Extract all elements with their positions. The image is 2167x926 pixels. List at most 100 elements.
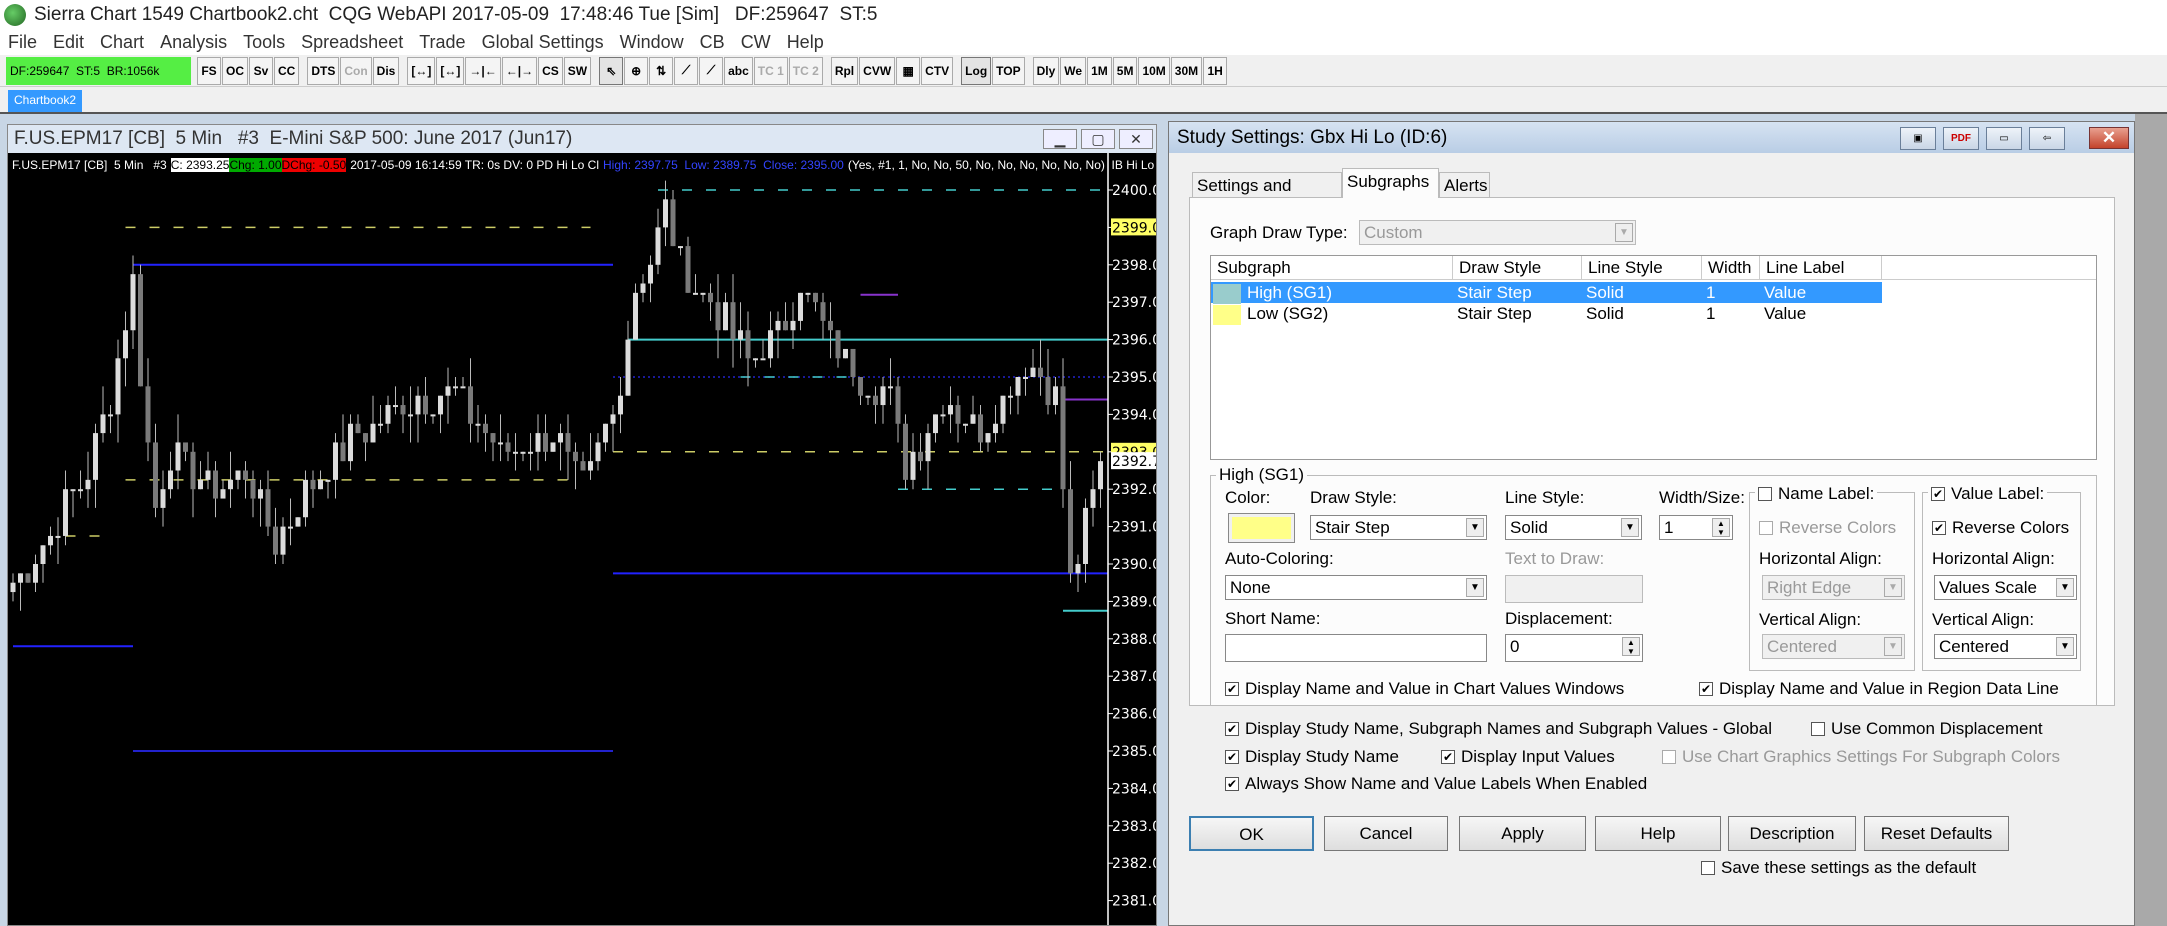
candle-body bbox=[385, 405, 391, 424]
menu-chart[interactable]: Chart bbox=[92, 32, 152, 53]
toolbar-button-4-2[interactable]: ▦ bbox=[896, 56, 921, 85]
close-icon[interactable]: ✕ bbox=[1119, 129, 1153, 149]
toolbar-button-3-5[interactable]: abc bbox=[724, 56, 753, 85]
spinner-arrows-icon[interactable]: ▲ ▼ bbox=[1622, 637, 1640, 656]
description-button[interactable]: Description bbox=[1728, 816, 1856, 851]
name-label-reverse-colors-checkbox[interactable]: Reverse Colors bbox=[1759, 518, 1896, 538]
menu-global-settings[interactable]: Global Settings bbox=[474, 32, 612, 53]
ok-button[interactable]: OK bbox=[1189, 816, 1314, 851]
draw-style-select[interactable]: Stair Step ▼ bbox=[1310, 515, 1487, 540]
toolbar-button-6-2[interactable]: 1M bbox=[1087, 56, 1112, 85]
pdf-icon[interactable]: PDF bbox=[1943, 127, 1979, 150]
name-h-align-select[interactable]: Right Edge ▼ bbox=[1762, 575, 1905, 600]
display-study-name-checkbox[interactable]: ✔ Display Study Name bbox=[1225, 747, 1399, 767]
pin-icon[interactable]: ⇦ bbox=[2029, 127, 2065, 150]
toolbar-button-3-2[interactable]: ⇅ bbox=[649, 56, 674, 85]
col-header-line-label[interactable]: Line Label bbox=[1760, 256, 1882, 280]
toolbar-button-2-3[interactable]: ←|→ bbox=[501, 56, 538, 85]
menu-cw[interactable]: CW bbox=[733, 32, 779, 53]
toolbar-button-3-3[interactable]: ⟋ bbox=[674, 56, 699, 85]
tab-settings-and-inputs[interactable]: Settings and Inputs bbox=[1192, 172, 1342, 215]
display-input-values-checkbox[interactable]: ✔ Display Input Values bbox=[1441, 747, 1615, 767]
toolbar-button-3-1[interactable]: ⊕ bbox=[624, 56, 649, 85]
menu-cb[interactable]: CB bbox=[692, 32, 733, 53]
maximize-icon[interactable]: ▢ bbox=[1081, 129, 1115, 149]
toolbar-button-1-2[interactable]: Dis bbox=[372, 56, 400, 85]
reset-defaults-button[interactable]: Reset Defaults bbox=[1864, 816, 2009, 851]
toolbar-button-0-3[interactable]: CC bbox=[274, 56, 300, 85]
price-chart[interactable]: 2400.00 2399.00 2398.00 2397.00 2396.00 2395.… bbox=[8, 153, 1156, 925]
name-label-checkbox[interactable]: Name Label: bbox=[1755, 484, 1878, 504]
minimize-icon[interactable]: ▁ bbox=[1043, 129, 1077, 149]
toolbar-button-4-3[interactable]: CTV bbox=[921, 56, 954, 85]
color-swatch-button[interactable] bbox=[1228, 513, 1295, 543]
line-style-select[interactable]: Solid ▼ bbox=[1505, 515, 1642, 540]
region-data-checkbox[interactable]: ✔ Display Name and Value in Region Data L… bbox=[1699, 679, 2059, 699]
menu-help[interactable]: Help bbox=[779, 32, 832, 53]
menu-file[interactable]: File bbox=[0, 32, 45, 53]
spinner-arrows-icon[interactable]: ▲ ▼ bbox=[1712, 518, 1730, 537]
save-default-checkbox[interactable]: Save these settings as the default bbox=[1701, 858, 1976, 878]
name-v-align-select[interactable]: Centered ▼ bbox=[1762, 634, 1905, 659]
menu-trade[interactable]: Trade bbox=[411, 32, 473, 53]
toolbar-button-4-0[interactable]: Rpl bbox=[830, 56, 859, 85]
value-label-reverse-colors-checkbox[interactable]: ✔ Reverse Colors bbox=[1932, 518, 2069, 538]
displacement-spinner[interactable]: 0 ▲ ▼ bbox=[1505, 634, 1643, 662]
window-icon[interactable]: ▭ bbox=[1986, 127, 2022, 150]
toolbar-button-1-1[interactable]: Con bbox=[340, 56, 372, 85]
common-displacement-checkbox[interactable]: Use Common Displacement bbox=[1811, 719, 2043, 739]
toolbar-button-0-0[interactable]: FS bbox=[197, 56, 221, 85]
toolbar-button-5-0[interactable]: Log bbox=[961, 56, 992, 85]
toolbar-button-0-1[interactable]: OC bbox=[222, 56, 248, 85]
color-palette-icon[interactable]: ▣ bbox=[1900, 127, 1936, 150]
menu-analysis[interactable]: Analysis bbox=[152, 32, 235, 53]
help-button[interactable]: Help bbox=[1595, 816, 1721, 851]
col-header-line-style[interactable]: Line Style bbox=[1582, 256, 1702, 280]
toolbar-button-5-1[interactable]: TOP bbox=[992, 56, 1025, 85]
value-h-align-select[interactable]: Values Scale ▼ bbox=[1934, 575, 2077, 600]
cancel-button[interactable]: Cancel bbox=[1324, 816, 1448, 851]
toolbar-button-2-1[interactable]: [↔] bbox=[436, 56, 465, 85]
auto-coloring-select[interactable]: None ▼ bbox=[1225, 575, 1487, 600]
chart-graphics-colors-checkbox[interactable]: Use Chart Graphics Settings For Subgraph… bbox=[1662, 747, 2060, 767]
menu-edit[interactable]: Edit bbox=[45, 32, 92, 53]
always-show-labels-checkbox[interactable]: ✔ Always Show Name and Value Labels When … bbox=[1225, 774, 1647, 794]
chartbook-tab[interactable]: Chartbook2 bbox=[8, 90, 83, 112]
close-icon[interactable]: ✕ bbox=[2089, 127, 2129, 149]
value-v-align-select[interactable]: Centered ▼ bbox=[1934, 634, 2077, 659]
toolbar-button-6-0[interactable]: Dly bbox=[1032, 56, 1060, 85]
chart-values-checkbox[interactable]: ✔ Display Name and Value in Chart Values … bbox=[1225, 679, 1624, 699]
toolbar-button-6-1[interactable]: We bbox=[1060, 56, 1087, 85]
toolbar-button-6-5[interactable]: 30M bbox=[1170, 56, 1203, 85]
toolbar-button-6-3[interactable]: 5M bbox=[1112, 56, 1138, 85]
toolbar-button-2-4[interactable]: CS bbox=[538, 56, 563, 85]
menu-window[interactable]: Window bbox=[612, 32, 692, 53]
toolbar-button-3-6[interactable]: TC 1 bbox=[753, 56, 788, 85]
toolbar-button-0-2[interactable]: Sv bbox=[249, 56, 273, 85]
col-header-subgraph[interactable]: Subgraph bbox=[1211, 256, 1453, 280]
global-display-checkbox[interactable]: ✔ Display Study Name, Subgraph Names and … bbox=[1225, 719, 1772, 739]
menu-spreadsheet[interactable]: Spreadsheet bbox=[293, 32, 411, 53]
toolbar-button-3-4[interactable]: ⟋ bbox=[699, 56, 724, 85]
col-header-width[interactable]: Width bbox=[1702, 256, 1760, 280]
toolbar-button-3-0[interactable]: ⇖ bbox=[599, 56, 624, 85]
menu-tools[interactable]: Tools bbox=[235, 32, 293, 53]
text-to-draw-input[interactable] bbox=[1505, 575, 1643, 603]
toolbar-button-1-0[interactable]: DTS bbox=[307, 56, 340, 85]
toolbar-button-6-4[interactable]: 10M bbox=[1138, 56, 1170, 85]
toolbar-button-2-2[interactable]: →|← bbox=[465, 56, 501, 85]
toolbar-button-4-1[interactable]: CVW bbox=[859, 56, 896, 85]
apply-button[interactable]: Apply bbox=[1459, 816, 1586, 851]
tab-subgraphs[interactable]: Subgraphs bbox=[1342, 168, 1439, 198]
toolbar-button-2-5[interactable]: SW bbox=[563, 56, 592, 85]
graph-draw-type-select[interactable]: Custom ▼ bbox=[1359, 220, 1636, 245]
value-label-checkbox[interactable]: ✔ Value Label: bbox=[1928, 484, 2048, 504]
candle-body bbox=[333, 442, 338, 480]
toolbar-button-3-7[interactable]: TC 2 bbox=[788, 56, 823, 85]
tab-alerts[interactable]: Alerts bbox=[1439, 172, 1490, 198]
toolbar-button-2-0[interactable]: [↔] bbox=[407, 56, 436, 85]
col-header-draw-style[interactable]: Draw Style bbox=[1453, 256, 1582, 280]
toolbar-button-6-6[interactable]: 1H bbox=[1203, 56, 1228, 85]
short-name-input[interactable] bbox=[1225, 634, 1487, 662]
width-size-spinner[interactable]: 1 ▲ ▼ bbox=[1659, 515, 1733, 540]
